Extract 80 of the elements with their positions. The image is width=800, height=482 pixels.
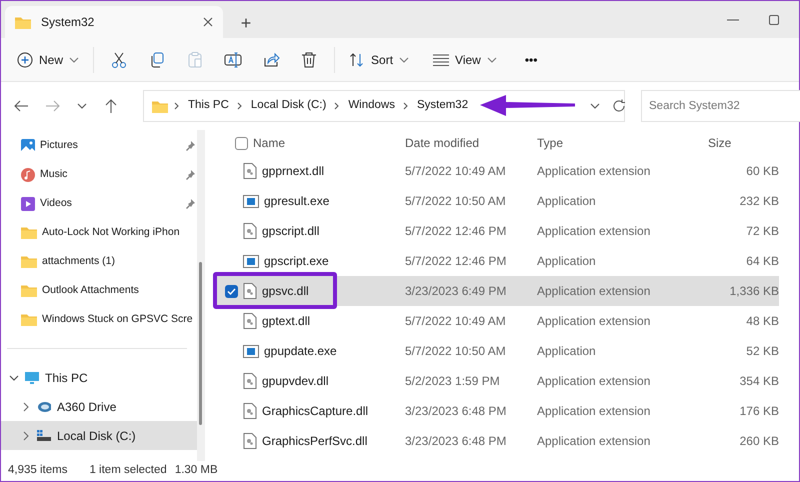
item-count: 4,935 items bbox=[8, 463, 68, 478]
size-cell-text: 64 KB bbox=[745, 253, 779, 270]
column-header[interactable]: Size bbox=[705, 134, 779, 152]
date-cell-text: 3/23/2023 6:48 PM bbox=[405, 403, 508, 420]
size-cell-text: 48 KB bbox=[745, 313, 779, 330]
column-header[interactable]: Date modified bbox=[405, 134, 537, 152]
selection-count: 1 item selected bbox=[89, 463, 167, 478]
sidebar-item[interactable]: Outlook Attachments bbox=[1, 276, 198, 305]
breadcrumb-link[interactable]: Local Disk (C:) bbox=[248, 97, 328, 115]
file-row[interactable]: gpupvdev.dll 5/2/2023 1:59 PM Application extension 354 KB bbox=[215, 366, 779, 396]
address-bar[interactable]: This PC Local Disk (C:) Windows System32 bbox=[143, 90, 625, 122]
date-cell-text: 5/7/2022 12:46 PM bbox=[405, 253, 508, 270]
file-name: gpupdate.exe bbox=[264, 343, 337, 360]
tree-item[interactable]: Local Disk (C:) bbox=[1, 421, 198, 450]
sort-button[interactable]: Sort bbox=[341, 44, 418, 76]
window-tab[interactable]: System32 bbox=[5, 6, 223, 38]
type-cell-text: Application extension bbox=[537, 373, 652, 390]
type-cell-text: Application bbox=[537, 343, 597, 360]
date-cell-text: 5/2/2023 1:59 PM bbox=[405, 373, 501, 390]
file-row[interactable]: gpupdate.exe 5/7/2022 10:50 AM Application 52 KB bbox=[215, 336, 779, 366]
sidebar-item[interactable]: Videos bbox=[1, 189, 198, 218]
file-name: gpupvdev.dll bbox=[262, 373, 328, 390]
size-cell-text: 72 KB bbox=[745, 223, 779, 240]
file-row[interactable]: gpscript.dll 5/7/2022 12:46 PM Application extension 72 KB bbox=[215, 216, 779, 246]
column-header[interactable]: Type bbox=[537, 134, 705, 152]
size-cell-text: 176 KB bbox=[738, 403, 779, 420]
breadcrumb-link[interactable]: Windows bbox=[346, 97, 397, 115]
size-cell-text: 354 KB bbox=[738, 373, 779, 390]
date-cell-text: 5/7/2022 10:49 AM bbox=[405, 163, 507, 180]
sidebar-item[interactable]: Auto-Lock Not Working iPhon bbox=[1, 218, 198, 247]
file-row[interactable]: gpsvc.dll 3/23/2023 6:49 PM Application extension 1,336 KB bbox=[215, 276, 779, 306]
date-cell-text: 5/7/2022 10:50 AM bbox=[405, 343, 507, 360]
date-cell-text: 3/23/2023 6:48 PM bbox=[405, 433, 508, 450]
tree-item[interactable]: A360 Drive bbox=[1, 392, 198, 421]
file-row[interactable]: gptext.dll 5/7/2022 10:49 AM Application extension 48 KB bbox=[215, 306, 779, 336]
date-cell-text: 5/7/2022 10:49 AM bbox=[405, 313, 507, 330]
type-cell-text: Application extension bbox=[537, 403, 652, 420]
type-cell-text: Application extension bbox=[537, 313, 652, 330]
file-row[interactable]: gpprnext.dll 5/7/2022 10:49 AM Application extension 60 KB bbox=[215, 156, 779, 186]
size-cell-text: 232 KB bbox=[738, 193, 779, 210]
tab-title: System32 bbox=[41, 14, 96, 31]
sidebar-item[interactable]: Music bbox=[1, 160, 198, 189]
column-header[interactable]: Name bbox=[253, 134, 286, 152]
date-cell-text: 5/7/2022 10:50 AM bbox=[405, 193, 507, 210]
tree-item[interactable]: This PC bbox=[1, 363, 198, 392]
file-name: gptext.dll bbox=[262, 313, 310, 330]
sidebar-item[interactable]: attachments (1) bbox=[1, 247, 198, 276]
view-button[interactable]: View bbox=[425, 44, 505, 76]
breadcrumb-link[interactable]: System32 bbox=[414, 97, 470, 115]
file-name: gpscript.dll bbox=[262, 223, 320, 240]
type-cell-text: Application extension bbox=[537, 163, 652, 180]
size-cell-text: 52 KB bbox=[745, 343, 779, 360]
date-cell-text: 3/23/2023 6:49 PM bbox=[405, 283, 508, 300]
file-name: gpsvc.dll bbox=[262, 283, 309, 300]
sidebar-item[interactable]: Windows Stuck on GPSVC Scre bbox=[1, 305, 198, 334]
size-cell-text: 1,336 KB bbox=[728, 283, 779, 300]
file-name: GraphicsCapture.dll bbox=[262, 403, 368, 420]
type-cell-text: Application extension bbox=[537, 433, 652, 450]
size-cell-text: 260 KB bbox=[738, 433, 779, 450]
more-button[interactable]: ••• bbox=[516, 44, 546, 76]
breadcrumb-link[interactable]: This PC bbox=[186, 97, 231, 115]
file-row[interactable]: GraphicsCapture.dll 3/23/2023 6:48 PM Application extension 176 KB bbox=[215, 396, 779, 426]
file-row[interactable]: GraphicsPerfSvc.dll 3/23/2023 6:48 PM Application extension 260 KB bbox=[215, 426, 779, 456]
size-cell-text: 60 KB bbox=[745, 163, 779, 180]
type-cell-text: Application bbox=[537, 193, 597, 210]
file-name: gpresult.exe bbox=[264, 193, 330, 210]
type-cell-text: Application extension bbox=[537, 283, 652, 300]
file-name: GraphicsPerfSvc.dll bbox=[262, 433, 368, 450]
date-cell-text: 5/7/2022 12:46 PM bbox=[405, 223, 508, 240]
new-tab-button[interactable]: + bbox=[231, 8, 261, 38]
file-row[interactable]: gpscript.exe 5/7/2022 12:46 PM Application 64 KB bbox=[215, 246, 779, 276]
selection-size: 1.30 MB bbox=[174, 463, 218, 478]
sidebar-item[interactable]: Pictures bbox=[1, 131, 198, 160]
file-name: gpscript.exe bbox=[264, 253, 329, 270]
file-row[interactable]: gpresult.exe 5/7/2022 10:50 AM Application 232 KB bbox=[215, 186, 779, 216]
new-button[interactable]: New bbox=[9, 44, 88, 76]
type-cell-text: Application extension bbox=[537, 223, 652, 240]
type-cell-text: Application bbox=[537, 253, 597, 270]
file-name: gpprnext.dll bbox=[262, 163, 324, 180]
search-field[interactable]: Search System32 bbox=[641, 90, 800, 122]
